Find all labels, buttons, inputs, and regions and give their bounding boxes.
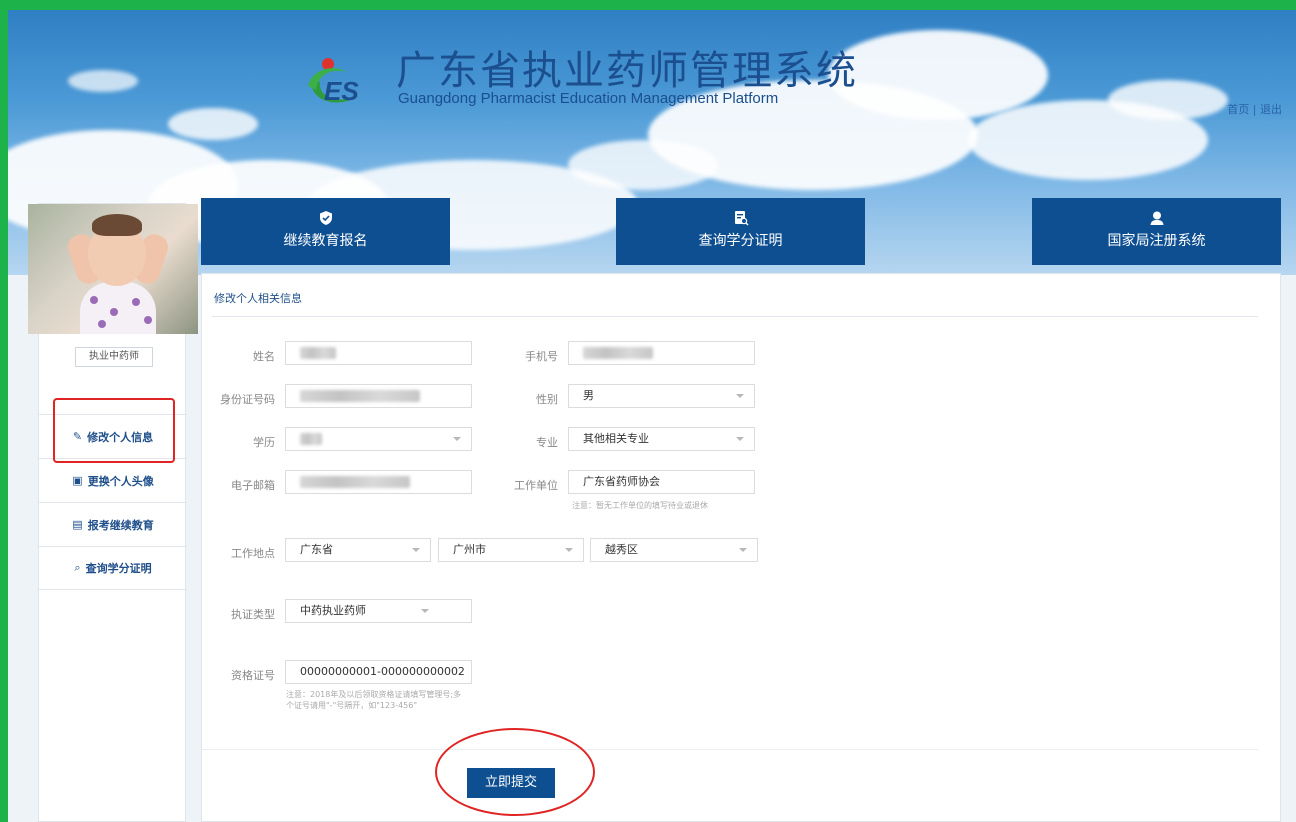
highlight-ellipse [435,728,595,816]
city-value: 广州市 [453,543,486,556]
qualification-no-value: 00000000001-000000000002 [300,665,465,678]
name-label: 姓名 [253,350,275,363]
qualification-note: 注意：2018年及以后领取资格证请填写管理号;多个证号请用"-"号隔开，如"12… [286,690,462,710]
redacted-value [300,390,420,402]
nav-credit-query[interactable]: 查询学分证明 [616,198,865,265]
employer-label: 工作单位 [514,479,558,492]
qualification-no-field[interactable]: 00000000001-000000000002 [285,660,472,684]
shield-icon [319,211,332,225]
chevron-down-icon [453,437,461,441]
nav-national-registration[interactable]: 国家局注册系统 [1032,198,1281,265]
sidebar-item-label: 查询学分证明 [85,562,152,575]
redacted-value [300,347,336,359]
phone-label: 手机号 [525,350,558,363]
gender-value: 男 [583,389,594,402]
section-title: 修改个人相关信息 [214,292,302,305]
province-value: 广东省 [300,543,333,556]
redacted-value [300,476,410,488]
id-number-field[interactable] [285,384,472,408]
major-value: 其他相关专业 [583,432,649,445]
chevron-down-icon [736,437,744,441]
gender-label: 性别 [536,393,558,406]
email-label: 电子邮箱 [231,479,275,492]
chevron-down-icon [412,548,420,552]
city-select[interactable]: 广州市 [438,538,584,562]
district-select[interactable]: 越秀区 [590,538,758,562]
sidebar-item-credit-query[interactable]: ⌕ 查询学分证明 [39,546,187,590]
home-link[interactable]: 首页 [1227,103,1249,116]
gender-select[interactable]: 男 [568,384,755,408]
document-search-icon [734,211,749,226]
employer-field[interactable]: 广东省药师协会 [568,470,755,494]
redacted-value [300,433,322,445]
sidebar-item-change-avatar[interactable]: ▣ 更换个人头像 [39,458,187,502]
major-select[interactable]: 其他相关专业 [568,427,755,451]
province-select[interactable]: 广东省 [285,538,431,562]
sidebar-item-label: 报考继续教育 [87,518,154,532]
license-type-label: 执证类型 [231,608,275,621]
app-frame: ES 广东省执业药师管理系统 Guangdong Pharmacist Educ… [8,10,1296,822]
divider [202,749,1258,750]
employer-note: 注意：暂无工作单位的填写待业或退休 [572,501,708,510]
nav-label: 查询学分证明 [698,233,783,249]
chevron-down-icon [739,548,747,552]
top-links: 首页 | 退出 [1227,101,1282,117]
avatar [28,204,198,334]
es-logo: ES [308,58,359,106]
license-type-select[interactable]: 中药执业药师 [285,599,472,623]
email-field[interactable] [285,470,472,494]
clipboard-icon: ▤ [72,518,83,531]
id-number-label: 身份证号码 [220,393,275,406]
name-field[interactable] [285,341,472,365]
sidebar-item-label: 更换个人头像 [87,474,154,488]
nav-label: 国家局注册系统 [1107,233,1206,249]
role-badge: 执业中药师 [75,347,153,367]
site-title: 广东省执业药师管理系统 [396,48,858,94]
svg-text:ES: ES [324,76,359,106]
divider [212,316,1258,317]
site-subtitle: Guangdong Pharmacist Education Managemen… [398,90,779,107]
link-separator: | [1252,103,1257,116]
chevron-down-icon [421,609,429,613]
sidebar: 执业中药师 ✎ 修改个人信息 ▣ 更换个人头像 ▤ 报考继续教育 ⌕ 查询学分证… [28,203,198,822]
major-label: 专业 [536,436,558,449]
education-label: 学历 [253,436,275,449]
redacted-value [583,347,653,359]
employer-value: 广东省药师协会 [583,475,660,488]
chevron-down-icon [736,394,744,398]
search-doc-icon: ⌕ [74,561,81,574]
edit-info-panel: 修改个人相关信息 姓名 手机号 身份证号码 性别 男 学历 专业 其他相关专业 [201,273,1281,822]
logout-link[interactable]: 退出 [1260,103,1282,116]
sidebar-item-enroll-education[interactable]: ▤ 报考继续教育 [39,502,187,546]
highlight-box [53,398,175,463]
district-value: 越秀区 [605,543,638,556]
work-location-label: 工作地点 [231,547,275,560]
phone-field[interactable] [568,341,755,365]
education-select[interactable] [285,427,472,451]
qualification-no-label: 资格证号 [231,669,275,682]
nav-label: 继续教育报名 [283,233,368,249]
license-type-value: 中药执业药师 [300,604,366,617]
nav-continuing-education[interactable]: 继续教育报名 [201,198,450,265]
chevron-down-icon [565,548,573,552]
user-icon [1150,211,1163,225]
image-icon: ▣ [72,474,83,487]
